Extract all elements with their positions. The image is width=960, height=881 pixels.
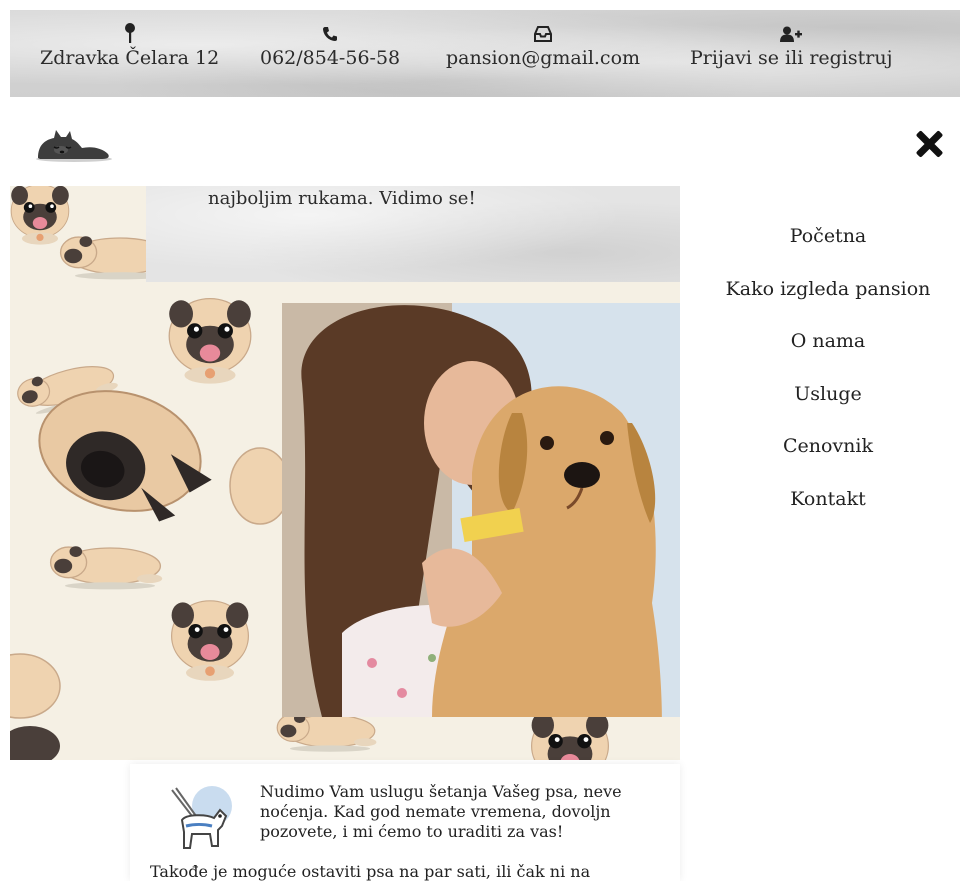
services-line: noćenja. Kad god nemate vremena, dovoljn bbox=[260, 802, 611, 821]
contact-bar: Zdravka Čelara 12 062/854-56-58 pansion@… bbox=[10, 10, 960, 97]
phone-icon bbox=[260, 20, 400, 46]
user-plus-icon bbox=[690, 20, 892, 46]
sleeping-dog-logo-icon[interactable] bbox=[30, 126, 112, 162]
nav-item-pocetna[interactable]: Početna bbox=[690, 210, 960, 263]
contact-phone: 062/854-56-58 bbox=[260, 20, 400, 70]
nav-item-kontakt[interactable]: Kontakt bbox=[690, 473, 960, 526]
services-line: Nudimo Vam uslugu šetanja Vašeg psa, nev… bbox=[260, 782, 622, 801]
nav-item-usluge[interactable]: Usluge bbox=[690, 368, 960, 421]
woman-with-dog-photo-icon bbox=[282, 303, 680, 717]
woman-with-dog-photo bbox=[282, 303, 680, 717]
map-pin-icon bbox=[40, 20, 219, 46]
services-description: Nudimo Vam uslugu šetanja Vašeg psa, nev… bbox=[260, 782, 622, 842]
contact-email: pansion@gmail.com bbox=[446, 20, 640, 70]
nav-item-o-nama[interactable]: O nama bbox=[690, 315, 960, 368]
contact-address-text: Zdravka Čelara 12 bbox=[40, 47, 220, 69]
services-extra-text: Takođe je moguće ostaviti psa na par sat… bbox=[150, 862, 591, 881]
nav-item-cenovnik[interactable]: Cenovnik bbox=[690, 420, 960, 473]
inbox-icon bbox=[446, 20, 640, 46]
quote-card: najboljim rukama. Vidimo se! bbox=[146, 186, 680, 282]
login-register-text[interactable]: Prijavi se ili registruj bbox=[690, 46, 892, 70]
close-icon[interactable] bbox=[914, 128, 946, 160]
contact-address: Zdravka Čelara 12 bbox=[40, 20, 219, 70]
main-menu: Početna Kako izgleda pansion O nama Uslu… bbox=[690, 210, 960, 525]
nav-item-kako-izgleda-pansion[interactable]: Kako izgleda pansion bbox=[690, 263, 960, 316]
contact-phone-text: 062/854-56-58 bbox=[260, 47, 401, 69]
quote-text: najboljim rukama. Vidimo se! bbox=[208, 188, 476, 209]
services-section: Nudimo Vam uslugu šetanja Vašeg psa, nev… bbox=[130, 764, 680, 881]
services-line: pozovete, i mi ćemo to uraditi za vas! bbox=[260, 822, 564, 841]
contact-email-text[interactable]: pansion@gmail.com bbox=[446, 46, 640, 70]
dog-walking-icon bbox=[162, 786, 234, 860]
login-register-link[interactable]: Prijavi se ili registruj bbox=[690, 20, 892, 70]
